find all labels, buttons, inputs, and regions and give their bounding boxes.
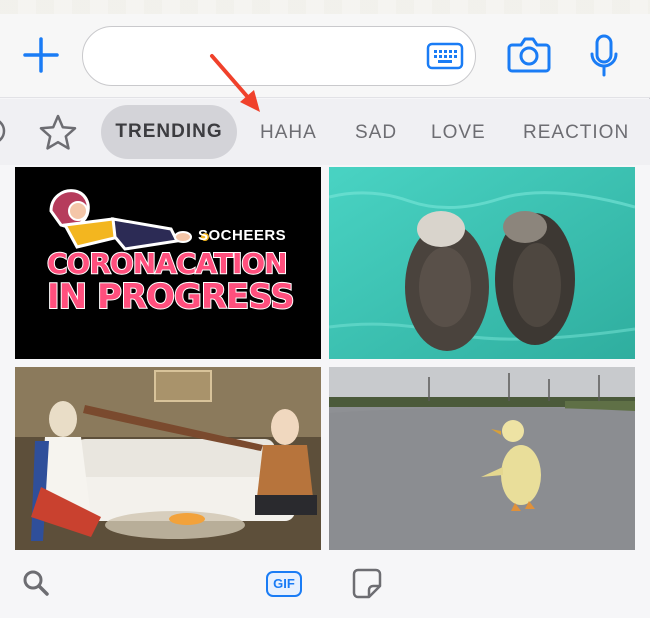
gif-tile-otters[interactable] [329, 167, 635, 359]
tab-sad[interactable]: SAD [355, 122, 397, 146]
sticker-text-line1: CORONACATION [46, 246, 289, 281]
gif-grid: SOCHEERS CORONACATION IN PROGRESS [0, 165, 650, 555]
sticker-icon[interactable] [352, 567, 382, 599]
duck-image [329, 367, 635, 550]
camera-icon[interactable] [507, 34, 551, 74]
sticker-text-line2: IN PROGRESS [46, 276, 296, 318]
gif-tile-duck[interactable] [329, 367, 635, 550]
tab-haha[interactable]: HAHA [260, 122, 317, 146]
talk-show-image [15, 367, 321, 550]
gif-tile-talk-show[interactable] [15, 367, 321, 550]
gif-icon[interactable]: GIF [266, 571, 302, 597]
recent-icon[interactable] [0, 116, 12, 146]
microphone-icon[interactable] [589, 34, 619, 78]
sticker-brand: SOCHEERS [198, 227, 287, 244]
message-composer [0, 0, 650, 98]
chat-background-pattern [0, 0, 650, 14]
message-input-field[interactable] [82, 26, 476, 86]
keyboard-panel: TRENDING HAHA SAD LOVE REACTION SOCHEERS… [0, 0, 650, 618]
plus-icon[interactable] [22, 36, 60, 74]
keyboard-icon[interactable] [426, 41, 464, 71]
otters-image [329, 167, 635, 359]
tab-love[interactable]: LOVE [431, 122, 486, 146]
gif-bottom-bar: GIF [0, 555, 650, 618]
tab-trending[interactable]: TRENDING [101, 105, 237, 159]
message-input[interactable] [101, 37, 421, 75]
search-icon[interactable] [22, 569, 50, 597]
star-icon[interactable] [38, 113, 78, 153]
tab-trending-label: TRENDING [115, 121, 223, 142]
tab-reaction[interactable]: REACTION [523, 122, 629, 146]
gif-tile-coronacation[interactable]: SOCHEERS CORONACATION IN PROGRESS [15, 167, 321, 359]
